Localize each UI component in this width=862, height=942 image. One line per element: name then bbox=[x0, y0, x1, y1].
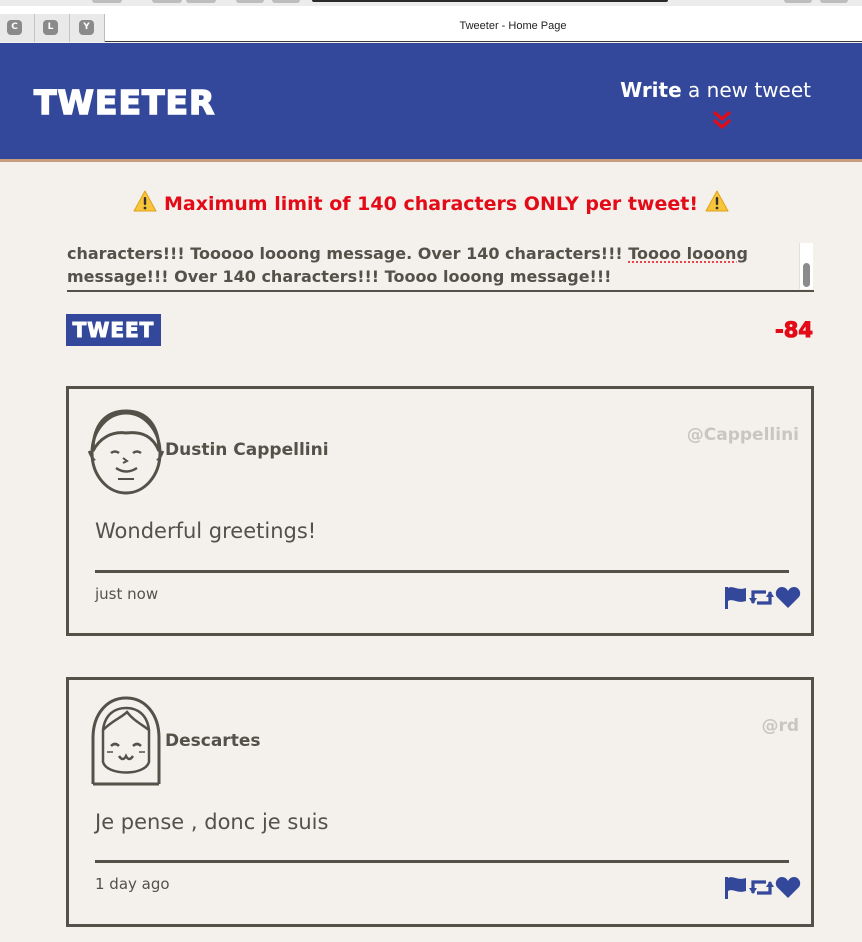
browser-chrome: C L Y Tweeter - Home Page bbox=[0, 0, 862, 42]
spellcheck-flagged-text: Toooo looong bbox=[628, 244, 748, 263]
tweet-author-handle[interactable]: @rd bbox=[761, 716, 799, 736]
retweet-icon[interactable] bbox=[748, 585, 775, 610]
char-limit-warning: Maximum limit of 140 characters ONLY per… bbox=[0, 190, 862, 215]
tweet-timestamp: just now bbox=[95, 585, 159, 603]
compose-toggle-bold: Write bbox=[620, 78, 682, 102]
tweet-actions bbox=[723, 875, 801, 900]
retweet-icon[interactable] bbox=[748, 875, 775, 900]
tweet-divider bbox=[95, 860, 789, 863]
nav-bar: TWEETER Write a new tweet bbox=[0, 43, 862, 162]
compose-toggle[interactable]: Write a new tweet bbox=[620, 78, 811, 102]
heart-icon[interactable] bbox=[775, 585, 801, 610]
avatar bbox=[91, 696, 161, 786]
app-logo[interactable]: TWEETER bbox=[33, 82, 215, 123]
avatar bbox=[87, 409, 165, 495]
tweet-content: Je pense , donc je suis bbox=[95, 810, 329, 834]
tweet-actions bbox=[723, 585, 801, 610]
tweet-divider bbox=[95, 570, 789, 573]
warning-text: Maximum limit of 140 characters ONLY per… bbox=[163, 193, 698, 215]
textarea-line-2: message!!! Over 140 characters!!! Toooo … bbox=[67, 267, 612, 286]
compose-toggle-label: a new tweet bbox=[681, 78, 811, 102]
tweet-content: Wonderful greetings! bbox=[95, 519, 317, 543]
char-counter: -84 bbox=[775, 318, 814, 343]
warning-icon bbox=[133, 190, 157, 212]
tweet-card: Dustin Cappellini @Cappellini Wonderful … bbox=[66, 386, 814, 636]
flag-icon[interactable] bbox=[723, 875, 748, 900]
tweet-author-handle[interactable]: @Cappellini bbox=[687, 425, 799, 445]
tweet-textarea[interactable]: characters!!! Tooooo looong message. Ove… bbox=[67, 242, 814, 292]
textarea-line-1: characters!!! Tooooo looong message. Ove… bbox=[67, 244, 748, 263]
double-chevron-down-icon[interactable] bbox=[712, 110, 732, 132]
warning-icon bbox=[705, 190, 729, 212]
tweet-author-name[interactable]: Dustin Cappellini bbox=[165, 440, 329, 460]
heart-icon[interactable] bbox=[775, 875, 801, 900]
flag-icon[interactable] bbox=[723, 585, 748, 610]
tweet-timestamp: 1 day ago bbox=[95, 875, 170, 893]
scrollbar-thumb[interactable] bbox=[803, 263, 810, 287]
tweet-card: Descartes @rd Je pense , donc je suis 1 … bbox=[66, 677, 814, 927]
browser-toolbar-strip bbox=[0, 0, 862, 6]
textarea-scrollbar[interactable] bbox=[799, 243, 813, 289]
tweet-author-name[interactable]: Descartes bbox=[165, 731, 260, 751]
window-title: Tweeter - Home Page bbox=[459, 20, 567, 32]
tweet-submit-button[interactable]: TWEET bbox=[66, 314, 161, 346]
